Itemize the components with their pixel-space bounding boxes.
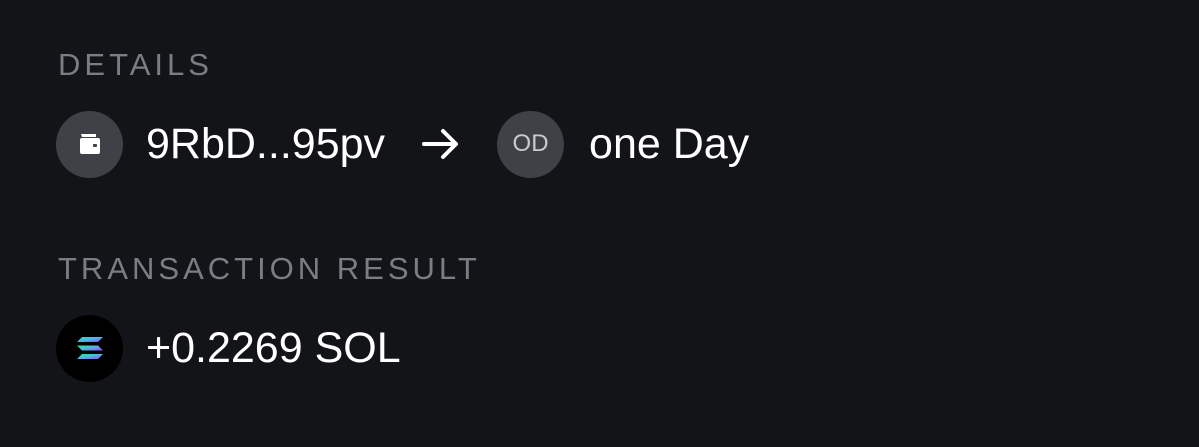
recipient-initials: OD — [512, 130, 549, 157]
recipient-name: one Day — [589, 119, 750, 168]
transaction-result-row: +0.2269 SOL — [56, 314, 401, 382]
arrow-right-icon — [421, 128, 461, 160]
solana-icon — [76, 337, 103, 359]
recipient-avatar: OD — [497, 110, 565, 178]
wallet-avatar — [56, 110, 123, 178]
token-avatar — [56, 314, 123, 382]
details-heading: DETAILS — [58, 47, 213, 82]
transaction-result-heading: TRANSACTION RESULT — [58, 251, 481, 286]
result-amount: +0.2269 SOL — [146, 323, 401, 372]
wallet-icon — [79, 134, 100, 154]
from-address: 9RbD...95pv — [146, 119, 386, 168]
transfer-details-row: 9RbD...95pv OD one Day — [56, 110, 749, 178]
